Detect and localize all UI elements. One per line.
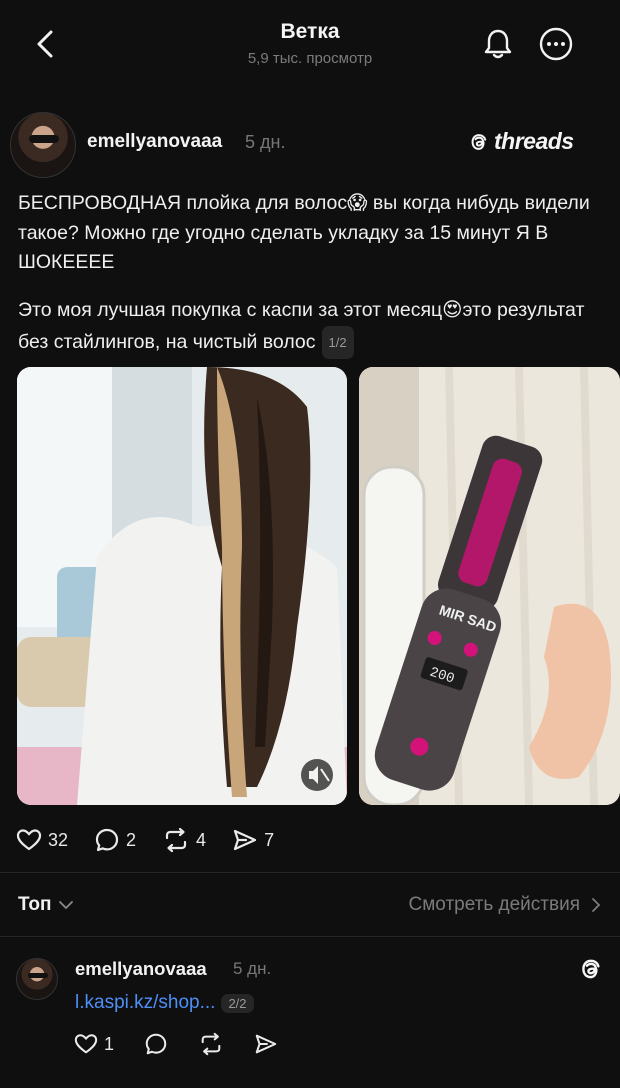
post-actions: 32 2 4 7 xyxy=(16,822,300,858)
comment-count: 2 xyxy=(126,829,137,850)
view-activity-label: Смотреть действия xyxy=(408,894,580,915)
comment-button[interactable]: 2 xyxy=(94,827,136,853)
chevron-down-icon xyxy=(58,901,73,910)
reply-like-button[interactable]: 1 xyxy=(74,1032,114,1056)
hair-photo xyxy=(17,367,347,805)
page-counter: 2/2 xyxy=(221,993,254,1013)
page-counter: 1/2 xyxy=(321,325,354,359)
bell-icon xyxy=(484,29,512,59)
view-activity-link[interactable]: Смотреть действия xyxy=(409,894,602,916)
reply-share-button[interactable] xyxy=(254,1032,278,1056)
threads-wordmark: threads xyxy=(494,128,574,154)
more-options-button[interactable] xyxy=(538,26,574,62)
post-text-paragraph-2: Это моя лучшая покупка с каспи за этот м… xyxy=(18,296,608,359)
reply-avatar[interactable] xyxy=(16,958,58,1000)
like-button[interactable]: 32 xyxy=(16,827,68,853)
post-text-paragraph-1: БЕСПРОВОДНАЯ плойка для волос😱 вы когда … xyxy=(18,192,590,273)
more-icon xyxy=(539,27,573,61)
notifications-button[interactable] xyxy=(480,26,516,62)
curler-photo: MIR SAD 200 xyxy=(359,367,620,805)
reply-text: l.kaspi.kz/shop... 2/2 xyxy=(75,992,254,1014)
like-count: 32 xyxy=(48,829,69,850)
share-count: 7 xyxy=(264,829,275,850)
reply-comment-button[interactable] xyxy=(144,1032,168,1056)
view-count: 5,9 тыс. просмотр xyxy=(247,50,373,67)
divider xyxy=(0,936,620,937)
comment-icon xyxy=(95,828,119,852)
post-video-1[interactable] xyxy=(17,367,347,805)
avatar[interactable] xyxy=(10,112,76,178)
chevron-right-icon xyxy=(592,898,601,912)
repost-icon xyxy=(201,1032,221,1056)
repost-count: 4 xyxy=(196,829,207,850)
page-title: Ветка xyxy=(280,20,340,43)
reply-username[interactable]: emellyanovaaa xyxy=(75,958,207,980)
reply-repost-button[interactable] xyxy=(198,1032,224,1056)
post-time: 5 дн. xyxy=(245,132,286,152)
share-icon xyxy=(233,829,257,851)
post-image-2[interactable]: MIR SAD 200 xyxy=(359,367,620,805)
kaspi-link[interactable]: l.kaspi.kz/shop... xyxy=(75,992,215,1014)
repost-icon xyxy=(165,827,187,853)
reply-like-count: 1 xyxy=(104,1033,115,1054)
reply-time: 5 дн. xyxy=(233,959,272,978)
repost-button[interactable]: 4 xyxy=(162,827,206,853)
post-username[interactable]: emellyanovaaa xyxy=(87,131,222,153)
post-text-paragraph-2-body: Это моя лучшая покупка с каспи за этот м… xyxy=(18,299,585,353)
heart-icon xyxy=(16,829,42,851)
sort-label: Топ xyxy=(18,894,52,915)
share-icon xyxy=(255,1034,277,1054)
heart-icon xyxy=(74,1034,98,1054)
share-button[interactable]: 7 xyxy=(232,827,274,853)
divider xyxy=(0,872,620,873)
threads-logo-icon xyxy=(582,959,600,979)
sort-dropdown[interactable]: Топ xyxy=(18,894,74,916)
threads-logo-icon xyxy=(471,133,487,150)
threads-brand: threads xyxy=(468,128,574,155)
reply-actions: 1 xyxy=(74,1032,308,1056)
thread-header: Ветка 5,9 тыс. просмотр xyxy=(0,0,620,90)
comment-icon xyxy=(145,1033,167,1055)
